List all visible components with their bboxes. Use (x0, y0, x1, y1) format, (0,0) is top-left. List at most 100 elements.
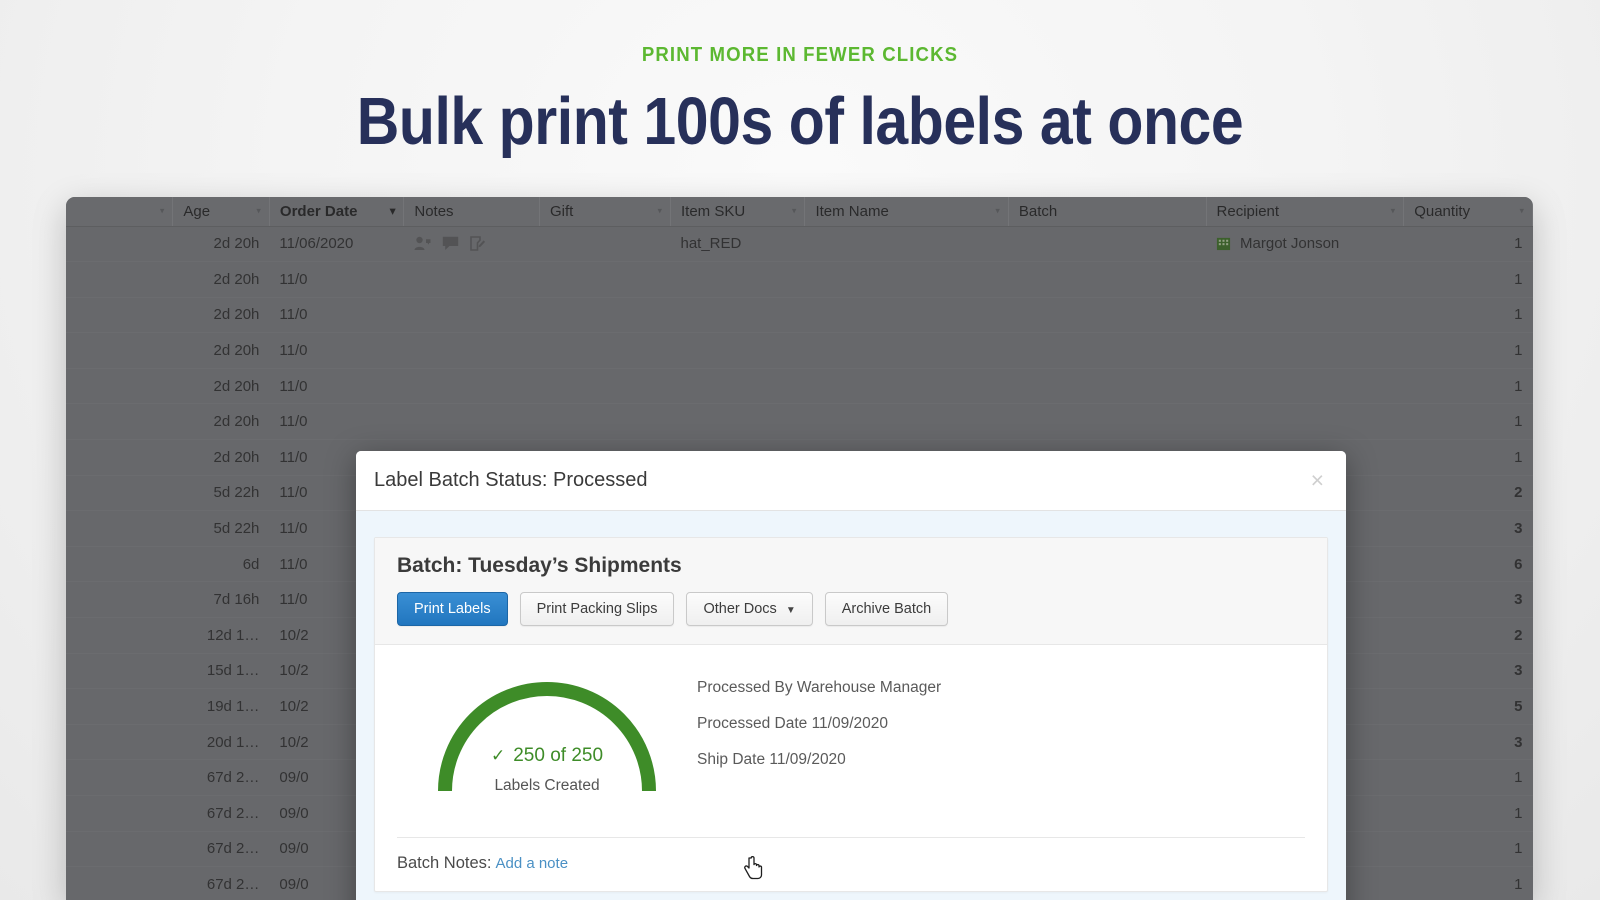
table-row[interactable]: 2d 20h11/01 (66, 333, 1533, 369)
column-header-order-date[interactable]: Order Date ▾ (269, 197, 403, 226)
print-labels-button[interactable]: Print Labels (397, 592, 508, 626)
chevron-down-icon[interactable]: ▾ (390, 205, 396, 218)
cell-age: 67d 2… (173, 867, 270, 900)
note-icon-group[interactable] (414, 236, 530, 252)
chevron-down-icon[interactable]: ▾ (1391, 206, 1396, 217)
cell-select (66, 440, 173, 476)
chevron-down-icon[interactable]: ▾ (657, 206, 662, 217)
table-row[interactable]: 2d 20h11/01 (66, 262, 1533, 298)
cell-select (66, 867, 173, 900)
cell-gift (539, 297, 670, 333)
cell-select (66, 404, 173, 440)
column-header-age[interactable]: Age ▾ (173, 197, 270, 226)
cell-age: 12d 1… (173, 618, 270, 654)
cell-batch (1008, 226, 1206, 262)
modal-header: Label Batch Status: Processed × (356, 451, 1346, 511)
cell-age: 5d 22h (173, 475, 270, 511)
chevron-down-icon[interactable]: ▾ (792, 206, 797, 217)
cell-order-date: 11/0 (269, 333, 403, 369)
gauge-arc-icon (433, 677, 661, 793)
gauge-value-text: 250 of 250 (513, 745, 603, 767)
gauge-value: ✓ 250 of 250 (433, 745, 661, 767)
column-header-batch[interactable]: Batch (1008, 197, 1206, 226)
modal-body: Batch: Tuesday’s Shipments Print LabelsP… (356, 511, 1346, 900)
cell-quantity: 5 (1404, 689, 1533, 725)
cell-select (66, 689, 173, 725)
cell-item-name (805, 226, 1008, 262)
labels-gauge-widget: ✓ 250 of 250 Labels Created (397, 673, 697, 793)
cell-quantity: 2 (1404, 475, 1533, 511)
gauge-caption: Labels Created (433, 777, 661, 795)
archive-batch-button[interactable]: Archive Batch (825, 592, 948, 626)
cell-order-date: 11/0 (269, 404, 403, 440)
column-header-select[interactable]: ▾ (66, 197, 173, 226)
button-label: Archive Batch (842, 601, 931, 617)
column-header-label: Batch (1019, 203, 1057, 220)
add-a-note-link[interactable]: Add a note (495, 855, 568, 872)
cell-gift (539, 262, 670, 298)
cell-gift (539, 226, 670, 262)
cell-age: 6d (173, 546, 270, 582)
cell-item-sku (670, 368, 804, 404)
recipient-value: Margot Jonson (1216, 235, 1394, 252)
column-header-item-sku[interactable]: Item SKU ▾ (670, 197, 804, 226)
cell-order-date: 11/0 (269, 297, 403, 333)
cell-quantity: 1 (1404, 368, 1533, 404)
cell-order-date: 11/0 (269, 368, 403, 404)
column-header-label: Item SKU (681, 203, 745, 220)
table-row[interactable]: 2d 20h11/01 (66, 404, 1533, 440)
chevron-down-icon[interactable]: ▾ (995, 206, 1000, 217)
cell-notes (404, 297, 540, 333)
close-icon[interactable]: × (1311, 469, 1324, 492)
column-header-notes[interactable]: Notes (404, 197, 540, 226)
cell-select (66, 262, 173, 298)
cell-quantity: 2 (1404, 618, 1533, 654)
chevron-down-icon: ▼ (786, 605, 796, 616)
column-header-item-name[interactable]: Item Name ▾ (805, 197, 1008, 226)
cell-quantity: 1 (1404, 262, 1533, 298)
column-header-label: Recipient (1217, 203, 1280, 220)
cell-quantity: 3 (1404, 653, 1533, 689)
cell-item-sku: hat_RED (670, 226, 804, 262)
cell-item-sku (670, 404, 804, 440)
batch-notes-row: Batch Notes:Add a note (397, 837, 1305, 891)
column-header-label: Order Date (280, 203, 358, 220)
column-header-gift[interactable]: Gift ▾ (539, 197, 670, 226)
column-header-label: Gift (550, 203, 573, 220)
column-header-quantity[interactable]: Quantity▾ (1404, 197, 1533, 226)
cell-notes (404, 368, 540, 404)
cell-age: 2d 20h (173, 440, 270, 476)
other-docs-button[interactable]: Other Docs▼ (686, 592, 812, 626)
cell-select (66, 333, 173, 369)
column-header-label: Age (183, 203, 210, 220)
chevron-down-icon[interactable]: ▾ (1519, 206, 1524, 217)
cell-quantity: 1 (1404, 867, 1533, 900)
cell-quantity: 1 (1404, 760, 1533, 796)
page-title: Bulk print 100s of labels at once (96, 87, 1504, 157)
chevron-down-icon[interactable]: ▾ (160, 206, 165, 217)
cell-batch (1008, 297, 1206, 333)
batch-detail-line: Processed By Warehouse Manager (697, 679, 1305, 697)
cell-item-name (805, 262, 1008, 298)
column-header-recipient[interactable]: Recipient ▾ (1206, 197, 1404, 226)
cell-select (66, 368, 173, 404)
table-row[interactable]: 2d 20h11/01 (66, 368, 1533, 404)
table-row[interactable]: 2d 20h11/01 (66, 297, 1533, 333)
cell-age: 5d 22h (173, 511, 270, 547)
label-batch-status-modal: Label Batch Status: Processed × Batch: T… (356, 451, 1346, 900)
print-packing-slips-button[interactable]: Print Packing Slips (520, 592, 675, 626)
cell-age: 7d 16h (173, 582, 270, 618)
cell-recipient (1206, 297, 1404, 333)
cell-age: 67d 2… (173, 831, 270, 867)
check-icon: ✓ (491, 746, 505, 766)
cell-order-date: 11/0 (269, 262, 403, 298)
column-header-label: Item Name (815, 203, 888, 220)
batch-details: Processed By Warehouse ManagerProcessed … (697, 673, 1305, 793)
cell-batch (1008, 404, 1206, 440)
cell-batch (1008, 262, 1206, 298)
chevron-down-icon[interactable]: ▾ (256, 206, 261, 217)
cell-notes (404, 262, 540, 298)
table-row[interactable]: 2d 20h11/06/2020hat_REDMargot Jonson1 (66, 226, 1533, 262)
cell-quantity: 1 (1404, 404, 1533, 440)
cell-recipient: Margot Jonson (1206, 226, 1404, 262)
